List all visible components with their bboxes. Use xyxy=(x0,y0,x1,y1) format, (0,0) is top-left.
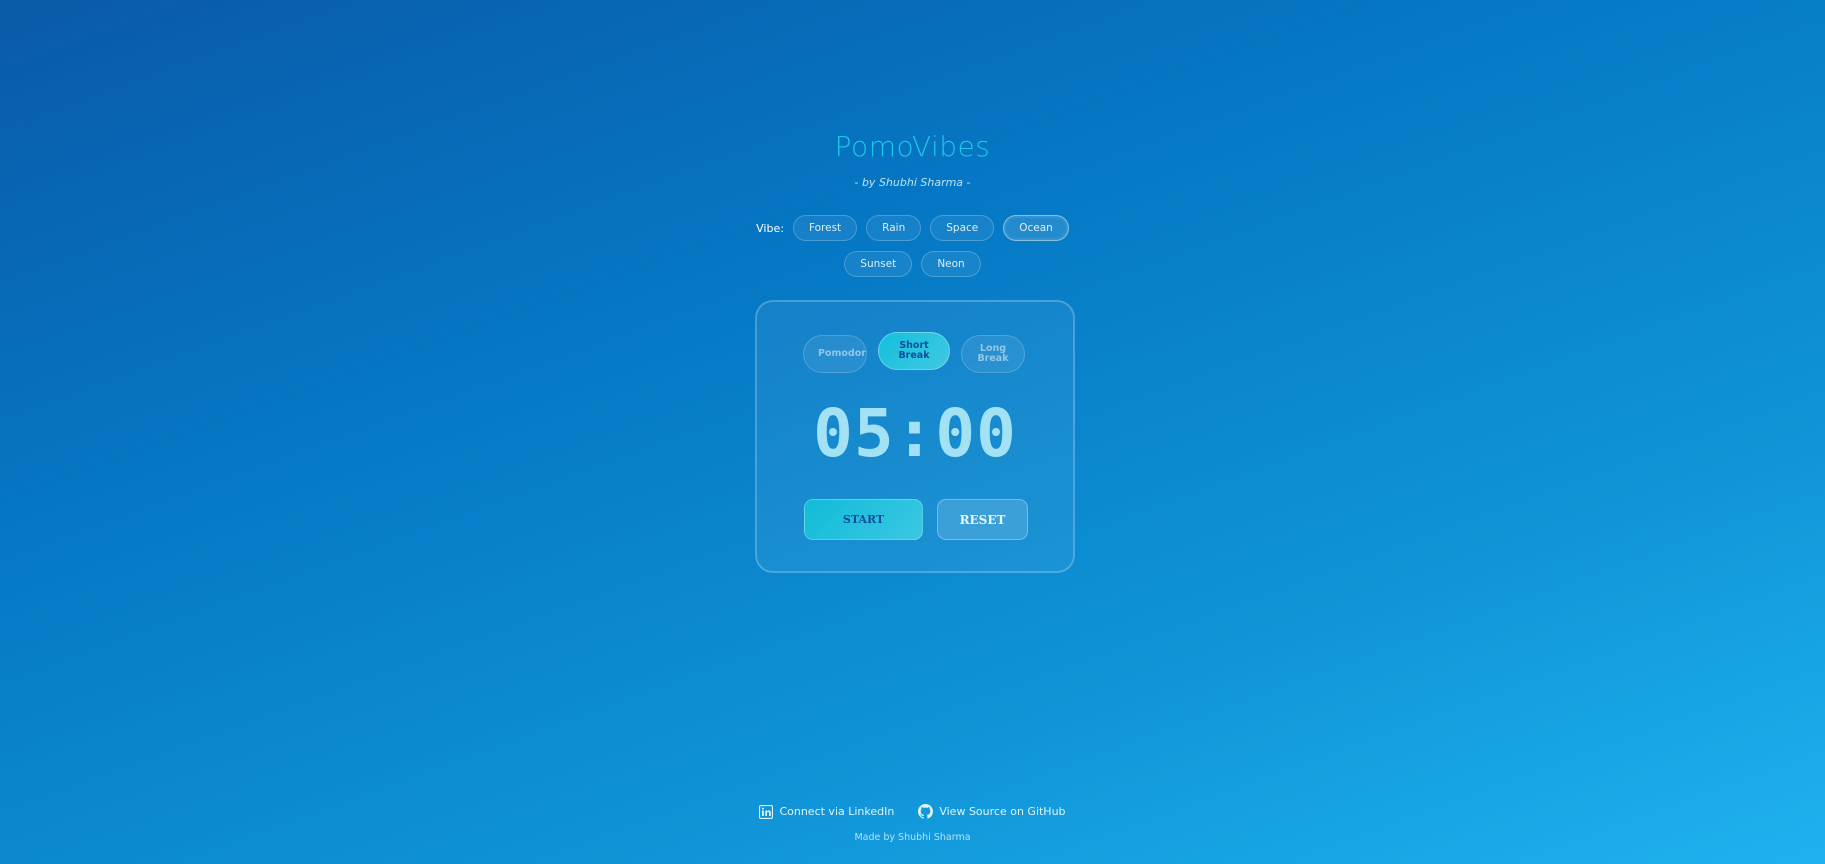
linkedin-icon xyxy=(759,804,774,819)
vibe-button-rain[interactable]: Rain xyxy=(866,215,922,241)
timer-display: 05:00 xyxy=(813,395,1017,472)
footer-links: Connect via LinkedIn View Source on GitH… xyxy=(0,804,1825,819)
start-button[interactable]: START xyxy=(804,499,923,540)
timer-card: Pomodoro Short Break Long Break 05:00 ST… xyxy=(755,300,1075,573)
vibe-button-sunset[interactable]: Sunset xyxy=(844,251,913,277)
github-icon xyxy=(918,804,934,819)
vibe-label: Vibe: xyxy=(756,221,784,235)
app-title: PomoVibes xyxy=(834,130,991,163)
vibe-button-neon[interactable]: Neon xyxy=(921,251,981,277)
made-by-text: Made by Shubhi Sharma xyxy=(854,832,971,843)
github-label: View Source on GitHub xyxy=(939,805,1066,818)
vibe-button-ocean[interactable]: Ocean xyxy=(1003,215,1069,241)
vibe-selector: Vibe: Forest Rain Space Ocean xyxy=(0,215,1825,241)
mode-tabs: Pomodoro Short Break Long Break xyxy=(803,332,1025,373)
tab-short-break[interactable]: Short Break xyxy=(878,332,950,370)
app-subtitle: - by Shubhi Sharma - xyxy=(854,176,971,189)
vibe-button-space[interactable]: Space xyxy=(930,215,995,241)
linkedin-link[interactable]: Connect via LinkedIn xyxy=(759,804,895,819)
tab-pomodoro[interactable]: Pomodoro xyxy=(803,335,867,373)
vibe-selector-row-2: Sunset Neon xyxy=(0,251,1825,277)
vibe-button-forest[interactable]: Forest xyxy=(792,215,858,241)
tab-long-break[interactable]: Long Break xyxy=(961,335,1025,373)
reset-button[interactable]: RESET xyxy=(937,499,1028,540)
github-link[interactable]: View Source on GitHub xyxy=(918,804,1066,819)
linkedin-label: Connect via LinkedIn xyxy=(779,805,895,818)
